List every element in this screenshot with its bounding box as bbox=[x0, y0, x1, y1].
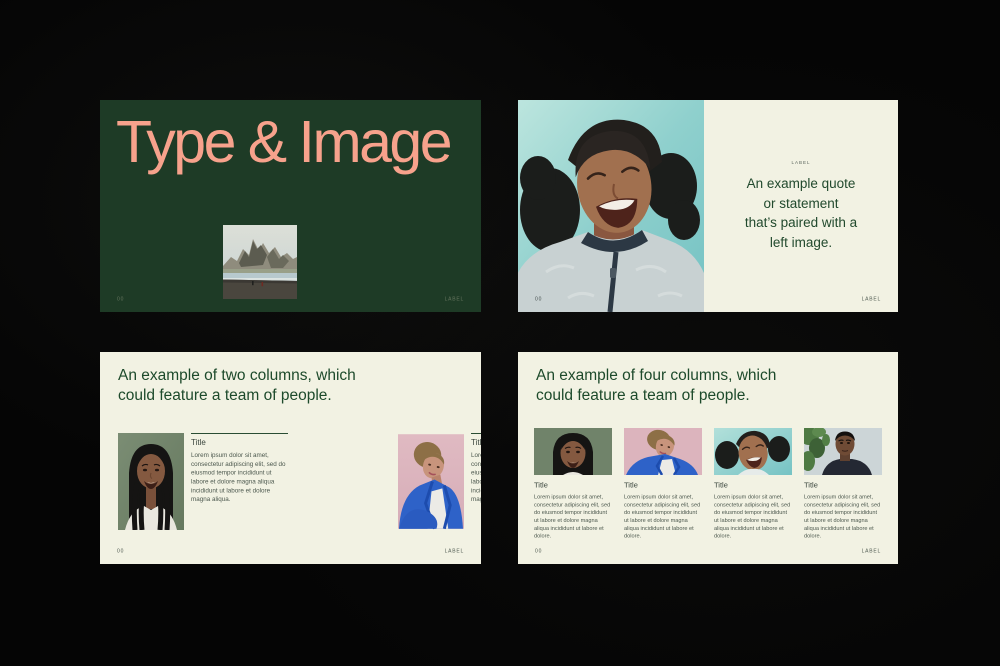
member-body: Lorem ipsum dolor sit amet, consectetur … bbox=[804, 494, 882, 541]
member-title: Title bbox=[534, 481, 612, 490]
page-number: 00 bbox=[535, 549, 542, 555]
page-number: 00 bbox=[535, 297, 542, 303]
footer-label: LABEL bbox=[861, 297, 881, 303]
member-body: Lorem ipsum dolor sit amet, consectetur … bbox=[534, 494, 612, 541]
woman-braids-photo bbox=[534, 428, 612, 475]
member-title: Title bbox=[804, 481, 882, 490]
four-column-layout: Title Lorem ipsum dolor sit amet, consec… bbox=[534, 428, 882, 564]
mountain-beach-photo bbox=[223, 225, 297, 299]
member-body: Lorem ipsum dolor sit amet, consectetur … bbox=[714, 494, 792, 541]
team-member-card: Title Lorem ipsum dolor sit amet, consec… bbox=[714, 428, 792, 564]
presentation-template-preview: Type & Image 00 bbox=[0, 0, 1000, 666]
quote-panel: LABEL An example quote or statement that… bbox=[704, 100, 898, 312]
slide-quote-left-image[interactable]: LABEL An example quote or statement that… bbox=[518, 100, 898, 312]
member-body: Lorem ipsum dolor sit amet, consectetur … bbox=[191, 451, 288, 504]
woman-laughing-teal-photo bbox=[518, 100, 704, 312]
slide-title: Type & Image bbox=[116, 112, 450, 174]
team-member-card: Title Lorem ipsum dolor sit amet, consec… bbox=[804, 428, 882, 564]
woman-blue-blazer-photo bbox=[398, 433, 464, 530]
slide-two-columns[interactable]: An example of two columns, which could f… bbox=[100, 352, 481, 564]
slide-four-columns[interactable]: An example of four columns, which could … bbox=[518, 352, 898, 564]
team-member-card: Title Lorem ipsum dolor sit amet, consec… bbox=[398, 433, 481, 564]
two-column-layout: Title Lorem ipsum dolor sit amet, consec… bbox=[118, 433, 467, 564]
man-portrait-photo bbox=[804, 428, 882, 475]
quote-text: An example quote or statement that’s pai… bbox=[704, 174, 898, 252]
member-body: Lorem ipsum dolor sit amet, consectetur … bbox=[624, 494, 702, 541]
slide-heading: An example of four columns, which could … bbox=[536, 366, 812, 406]
slide-heading: An example of two columns, which could f… bbox=[118, 366, 394, 406]
page-number: 00 bbox=[117, 549, 124, 555]
page-number: 00 bbox=[117, 297, 124, 303]
member-title: Title bbox=[624, 481, 702, 490]
team-member-card: Title Lorem ipsum dolor sit amet, consec… bbox=[534, 428, 612, 564]
member-title: Title bbox=[191, 439, 288, 448]
footer-label: LABEL bbox=[444, 549, 464, 555]
woman-blue-blazer-photo bbox=[624, 428, 702, 475]
woman-braids-photo bbox=[118, 433, 184, 530]
footer-label: LABEL bbox=[444, 297, 464, 303]
panel-label: LABEL bbox=[704, 160, 898, 165]
slide-type-and-image[interactable]: Type & Image 00 bbox=[100, 100, 481, 312]
member-title: Title bbox=[471, 439, 481, 448]
team-member-card: Title Lorem ipsum dolor sit amet, consec… bbox=[624, 428, 702, 564]
woman-laughing-teal-photo bbox=[714, 428, 792, 475]
footer-label: LABEL bbox=[861, 549, 881, 555]
member-body: Lorem ipsum dolor sit amet, consectetur … bbox=[471, 451, 481, 504]
team-member-card: Title Lorem ipsum dolor sit amet, consec… bbox=[118, 433, 385, 564]
member-title: Title bbox=[714, 481, 792, 490]
